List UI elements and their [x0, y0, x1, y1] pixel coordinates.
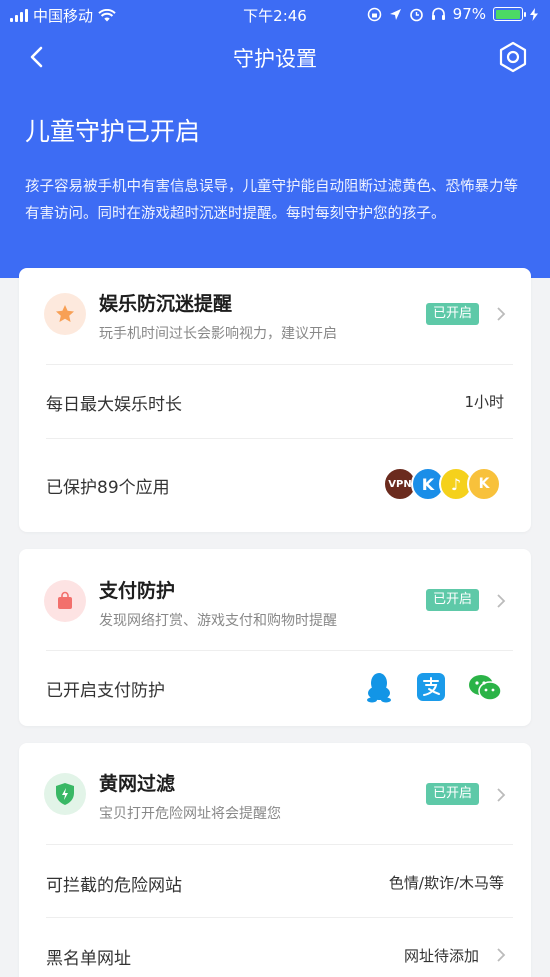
charging-icon — [530, 7, 538, 21]
blockable-sites-value: 色情/欺诈/木马等 — [388, 874, 504, 892]
payment-title: 支付防护 — [99, 580, 176, 602]
game-app-icon: K — [467, 467, 501, 501]
max-time-value: 1小时 — [464, 393, 504, 411]
headphones-icon — [431, 7, 445, 20]
payment-header[interactable]: 支付防护 发现网络打赏、游戏支付和购物时提醒 已开启 — [19, 549, 531, 650]
entertainment-status-badge: 已开启 — [425, 303, 479, 325]
entertainment-card: 娱乐防沉迷提醒 玩手机时间过长会影响视力，建议开启 已开启 每日最大娱乐时长 1… — [19, 268, 531, 532]
battery-icon — [493, 7, 526, 21]
page-title: 守护设置 — [233, 47, 317, 71]
chevron-right-icon — [497, 594, 506, 608]
chevron-right-icon — [497, 788, 506, 802]
filter-subtitle: 宝贝打开危险网址将会提醒您 — [99, 806, 281, 822]
blacklist-row[interactable]: 黑名单网址 网址待添加 — [19, 918, 531, 977]
header: 中国移动 下午2:46 97% 守护设置 儿童守护已开启 孩子容易被手机中有害信… — [0, 0, 550, 278]
protected-apps-label: 已保护89个应用 — [46, 478, 170, 498]
blacklist-value: 网址待添加 — [403, 947, 479, 965]
filter-card: 黄网过滤 宝贝打开危险网址将会提醒您 已开启 可拦截的危险网站 色情/欺诈/木马… — [19, 743, 531, 977]
rotation-lock-icon — [367, 7, 381, 21]
payment-card: 支付防护 发现网络打赏、游戏支付和购物时提醒 已开启 已开启支付防护 — [19, 549, 531, 726]
chevron-right-icon — [497, 307, 506, 321]
blockable-sites-row[interactable]: 可拦截的危险网站 色情/欺诈/木马等 — [19, 845, 531, 917]
hero-title: 儿童守护已开启 — [25, 117, 201, 146]
payment-status-badge: 已开启 — [425, 589, 479, 611]
shield-icon — [44, 773, 86, 815]
filter-header[interactable]: 黄网过滤 宝贝打开危险网址将会提醒您 已开启 — [19, 743, 531, 844]
qq-app-icon — [367, 673, 391, 703]
entertainment-subtitle: 玩手机时间过长会影响视力，建议开启 — [99, 326, 337, 342]
payment-status-label: 已开启支付防护 — [46, 681, 165, 701]
blacklist-label: 黑名单网址 — [46, 949, 131, 969]
entertainment-title: 娱乐防沉迷提醒 — [99, 293, 233, 315]
payment-status-row[interactable]: 已开启支付防护 — [19, 651, 531, 725]
wechat-pay-icon — [469, 675, 502, 701]
star-icon — [44, 293, 86, 335]
filter-title: 黄网过滤 — [99, 773, 176, 795]
max-time-label: 每日最大娱乐时长 — [46, 395, 182, 415]
settings-gear-icon[interactable] — [496, 40, 530, 74]
nav-bar: 守护设置 — [0, 30, 550, 84]
shopping-bag-icon — [44, 580, 86, 622]
hero-description: 孩子容易被手机中有害信息误导，儿童守护能自动阻断过滤黄色、恐怖暴力等有害访问。同… — [25, 179, 518, 222]
battery-percent: 97% — [452, 5, 486, 23]
payment-subtitle: 发现网络打赏、游戏支付和购物时提醒 — [99, 613, 337, 629]
status-bar: 中国移动 下午2:46 97% — [0, 0, 550, 30]
status-right: 97% — [367, 5, 538, 23]
location-icon — [389, 8, 401, 20]
alipay-app-icon — [417, 673, 445, 701]
blockable-sites-label: 可拦截的危险网站 — [46, 876, 182, 896]
protected-apps-row[interactable]: 已保护89个应用 VPN K ♪ K — [19, 439, 531, 531]
entertainment-header[interactable]: 娱乐防沉迷提醒 玩手机时间过长会影响视力，建议开启 已开启 — [19, 268, 531, 364]
max-time-row[interactable]: 每日最大娱乐时长 1小时 — [19, 365, 531, 438]
alarm-icon — [409, 8, 423, 21]
filter-status-badge: 已开启 — [425, 783, 479, 805]
chevron-right-icon — [497, 948, 506, 962]
